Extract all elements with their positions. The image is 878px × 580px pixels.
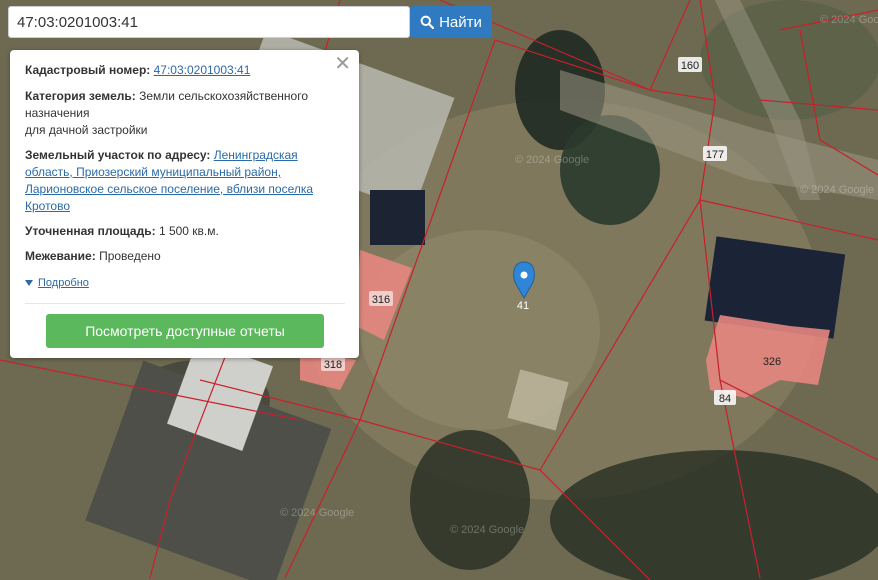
survey-label: Межевание:	[25, 249, 96, 263]
address-link-4[interactable]: Кротово	[25, 199, 70, 213]
plot-label-84: 84	[719, 393, 731, 405]
map-watermark: © 2024 Google	[450, 524, 524, 536]
plot-label-177: 177	[706, 149, 724, 161]
address-link-2[interactable]: область, Приозерский муниципальный район…	[25, 165, 281, 179]
caret-down-icon	[25, 280, 33, 287]
map-watermark: © 2024 Google	[800, 184, 874, 196]
search-button-label: Найти	[439, 13, 482, 31]
view-reports-button[interactable]: Посмотреть доступные отчеты	[46, 314, 324, 348]
more-details-label: Подробно	[38, 277, 89, 289]
search-button[interactable]: Найти	[410, 6, 492, 38]
more-details-link[interactable]: Подробно	[25, 275, 89, 292]
divider	[25, 303, 345, 304]
cadastral-row: Кадастровый номер: 47:03:0201003:41	[25, 62, 325, 79]
category-value-2: назначения	[25, 106, 90, 120]
plot-label-316: 316	[372, 294, 390, 306]
map-view[interactable]: 160 177 316 318 326 84 © 2024 Google © 2…	[0, 0, 878, 580]
plot-label-318: 318	[324, 359, 342, 371]
area-row: Уточненная площадь: 1 500 кв.м.	[25, 223, 325, 240]
survey-value: Проведено	[99, 249, 161, 263]
search-icon	[420, 15, 435, 29]
plot-label-326: 326	[763, 356, 781, 368]
parcel-info-card: ✕ Кадастровый номер: 47:03:0201003:41 Ка…	[10, 50, 359, 358]
roof-dark	[370, 190, 425, 245]
map-watermark: © 2024 Google	[515, 154, 589, 166]
address-link-3[interactable]: Ларионовское сельское поселение, вблизи …	[25, 182, 313, 196]
category-label: Категория земель:	[25, 89, 136, 103]
map-watermark: © 2024 Google	[280, 507, 354, 519]
area-value: 1 500 кв.м.	[158, 224, 219, 238]
marker-label: 41	[517, 300, 529, 312]
search-input[interactable]	[8, 6, 410, 38]
area-label: Уточненная площадь:	[25, 224, 156, 238]
address-link-1[interactable]: Ленинградская	[214, 148, 298, 162]
address-row: Земельный участок по адресу: Ленинградск…	[25, 147, 345, 215]
map-watermark: © 2024 Google	[820, 14, 878, 26]
address-label: Земельный участок по адресу:	[25, 148, 211, 162]
category-value-3: для дачной застройки	[25, 123, 148, 137]
map-pin-dot	[520, 271, 528, 279]
plot-label-160: 160	[681, 60, 699, 72]
close-icon[interactable]: ✕	[334, 54, 351, 74]
survey-row: Межевание: Проведено	[25, 248, 325, 265]
category-value-1: Земли сельскохозяйственного	[139, 89, 309, 103]
clearing-center	[360, 230, 600, 430]
cadastral-link[interactable]: 47:03:0201003:41	[154, 63, 251, 77]
cadastral-label: Кадастровый номер:	[25, 63, 151, 77]
category-row: Категория земель: Земли сельскохозяйстве…	[25, 88, 325, 139]
